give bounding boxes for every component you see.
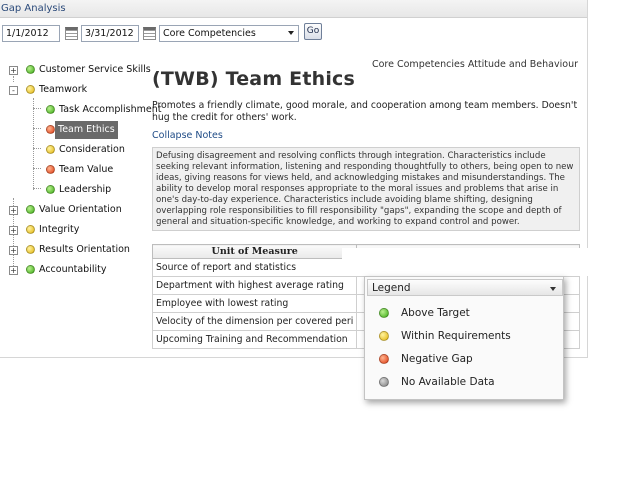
tree-item-integrity[interactable]: + Integrity xyxy=(0,222,150,238)
gray-status-icon xyxy=(379,377,389,387)
expand-icon[interactable]: + xyxy=(9,246,18,255)
chevron-down-icon xyxy=(550,287,556,291)
legend-popup: Legend Above Target Within Requirements … xyxy=(364,276,564,400)
yellow-status-icon xyxy=(379,331,389,341)
yellow-status-icon xyxy=(26,225,35,234)
table-cell: Upcoming Training and Recommendation xyxy=(151,330,358,349)
red-status-icon xyxy=(379,354,389,364)
start-date-input[interactable] xyxy=(2,25,60,42)
tree-item-label: Leadership xyxy=(59,184,112,195)
category-select[interactable]: Core Competencies xyxy=(159,25,299,42)
tree-item-customer-service-skills[interactable]: + Customer Service Skills xyxy=(0,62,151,78)
tree-item-label: Teamwork xyxy=(39,84,88,95)
tree-item-label: Integrity xyxy=(39,224,80,235)
calendar-icon[interactable] xyxy=(65,27,78,40)
green-status-icon xyxy=(26,65,35,74)
legend-item-label: Negative Gap xyxy=(401,353,473,365)
green-status-icon xyxy=(26,265,35,274)
green-status-icon xyxy=(26,205,35,214)
column-header-unit-of-measure: Unit of Measure xyxy=(151,244,358,259)
notes-box: Defusing disagreement and resolving conf… xyxy=(152,147,580,231)
table-cell: Source of report and statistics xyxy=(151,258,358,277)
tree-item-task-accomplishment[interactable]: Task Accomplishment xyxy=(0,102,162,118)
tree-item-consideration[interactable]: Consideration xyxy=(0,142,150,158)
window-title: Gap Analysis xyxy=(0,0,587,18)
tree-item-label: Accountability xyxy=(39,264,107,275)
table-cell: Department with highest average rating xyxy=(151,276,358,295)
tree-item-leadership[interactable]: Leadership xyxy=(0,182,150,198)
legend-item-label: Within Requirements xyxy=(401,330,511,342)
tree-item-label: Team Ethics xyxy=(55,121,118,139)
calendar-icon[interactable] xyxy=(143,27,156,40)
expand-icon[interactable]: + xyxy=(9,66,18,75)
category-select-value: Core Competencies xyxy=(163,28,256,39)
legend-item-label: No Available Data xyxy=(401,376,495,388)
table-cell: Velocity of the dimension per covered pe… xyxy=(151,312,358,331)
tree-item-label: Task Accomplishment xyxy=(59,104,162,115)
table-cell: Employee with lowest rating xyxy=(151,294,358,313)
red-status-icon xyxy=(46,125,55,134)
green-status-icon xyxy=(46,105,55,114)
red-status-icon xyxy=(46,165,55,174)
legend-item-label: Above Target xyxy=(401,307,470,319)
legend-backdrop xyxy=(342,248,588,276)
yellow-status-icon xyxy=(26,85,35,94)
tree-item-results-orientation[interactable]: + Results Orientation xyxy=(0,242,150,258)
tree-item-accountability[interactable]: + Accountability xyxy=(0,262,150,278)
tree-item-label: Consideration xyxy=(59,144,125,155)
expand-icon[interactable]: + xyxy=(9,226,18,235)
tree-item-label: Customer Service Skills xyxy=(39,64,151,75)
tree-item-label: Team Value xyxy=(59,164,114,175)
expand-icon[interactable]: + xyxy=(9,206,18,215)
tree-item-teamwork[interactable]: - Teamwork xyxy=(0,82,150,98)
tree-item-label: Results Orientation xyxy=(39,244,130,255)
tree-item-team-ethics[interactable]: Team Ethics xyxy=(0,121,150,139)
yellow-status-icon xyxy=(46,145,55,154)
end-date-input[interactable] xyxy=(81,25,139,42)
green-status-icon xyxy=(379,308,389,318)
section-subtitle: Core Competencies Attitude and Behaviour xyxy=(371,59,578,70)
tree-item-label: Value Orientation xyxy=(39,204,122,215)
legend-title: Legend xyxy=(372,282,411,294)
competency-description: Promotes a friendly climate, good morale… xyxy=(152,100,578,123)
page-title: (TWB) Team Ethics xyxy=(152,68,356,90)
yellow-status-icon xyxy=(26,245,35,254)
go-button[interactable]: Go xyxy=(304,23,322,40)
chevron-down-icon xyxy=(288,31,294,35)
tree-item-team-value[interactable]: Team Value xyxy=(0,162,150,178)
collapse-notes-link[interactable]: Collapse Notes xyxy=(152,130,223,141)
filter-toolbar: Core Competencies Go xyxy=(2,23,562,45)
green-status-icon xyxy=(46,185,55,194)
expand-icon[interactable]: + xyxy=(9,266,18,275)
tree-item-value-orientation[interactable]: + Value Orientation xyxy=(0,202,150,218)
collapse-icon[interactable]: - xyxy=(9,86,18,95)
legend-dropdown[interactable]: Legend xyxy=(367,279,563,296)
